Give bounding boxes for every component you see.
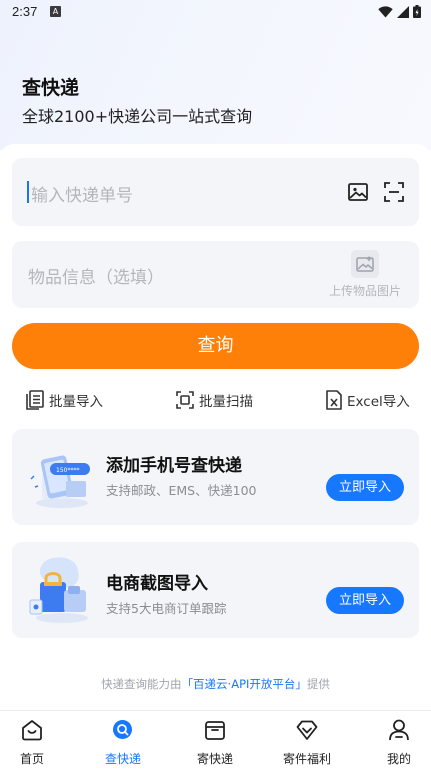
- import-actions: 批量导入 批量扫描 Excel导入: [0, 390, 431, 412]
- phone-number-import-card[interactable]: 150**** 添加手机号查快递 支持邮政、EMS、快递100 立即导入: [12, 429, 419, 525]
- batch-import-button[interactable]: 批量导入: [26, 390, 103, 410]
- battery-icon: [413, 5, 421, 18]
- card-description: 支持5大电商订单跟踪: [106, 601, 227, 616]
- status-time: 2:37: [12, 4, 38, 19]
- page-title: 查快递: [22, 77, 80, 99]
- api-platform-link[interactable]: 「百递云·API开放平台」: [182, 677, 307, 691]
- text-caret: [27, 181, 29, 203]
- image-icon[interactable]: [348, 182, 368, 202]
- scan-frame-icon: [176, 391, 194, 409]
- svg-text:150****: 150****: [56, 467, 79, 474]
- powered-by-suffix: 提供: [306, 677, 330, 691]
- phone-package-illustration: 150****: [30, 455, 90, 508]
- powered-by-note: 快递查询能力由「百递云·API开放平台」提供: [0, 676, 431, 692]
- user-icon: [389, 719, 409, 741]
- batch-import-label: 批量导入: [49, 394, 103, 410]
- tab-label: 查快递: [104, 752, 141, 766]
- system-icons: [378, 5, 421, 18]
- batch-scan-button[interactable]: 批量扫描: [176, 390, 253, 410]
- scan-icon[interactable]: [384, 182, 404, 202]
- import-now-button[interactable]: 立即导入: [326, 587, 404, 614]
- tab-label: 首页: [19, 752, 44, 766]
- tab-home[interactable]: 首页: [0, 719, 67, 767]
- excel-file-icon: [326, 390, 342, 410]
- bottom-tab-bar: 首页 查快递 寄快递 寄件福利 我的: [0, 710, 431, 770]
- tab-label: 我的: [386, 752, 411, 766]
- query-button[interactable]: 查询: [12, 323, 419, 369]
- notification-icon: A: [50, 6, 61, 17]
- card-title: 添加手机号查快递: [106, 456, 242, 476]
- tab-label: 寄件福利: [282, 752, 331, 766]
- status-bar: 2:37 A: [0, 0, 431, 24]
- upload-image-icon: [351, 250, 379, 278]
- tab-send-express[interactable]: 寄快递: [180, 719, 250, 767]
- page-subtitle: 全球2100+快递公司一站式查询: [22, 107, 253, 126]
- card-title: 电商截图导入: [106, 574, 208, 594]
- diamond-icon: [296, 720, 318, 740]
- shopping-bag-illustration: [29, 557, 88, 623]
- signal-icon: [397, 5, 409, 18]
- tab-mine[interactable]: 我的: [364, 719, 431, 767]
- ecommerce-screenshot-import-card[interactable]: 电商截图导入 支持5大电商订单跟踪 立即导入: [12, 542, 419, 638]
- box-icon: [205, 721, 225, 740]
- goods-info-placeholder: 物品信息（选填）: [28, 268, 164, 288]
- tab-track-express[interactable]: 查快递: [88, 719, 158, 767]
- goods-info-input[interactable]: 物品信息（选填） 上传物品图片: [12, 241, 419, 308]
- home-icon: [22, 720, 42, 741]
- batch-scan-label: 批量扫描: [199, 394, 253, 410]
- document-list-icon: [26, 390, 44, 410]
- tracking-number-placeholder: 输入快递单号: [31, 186, 133, 206]
- search-icon: [113, 720, 132, 739]
- excel-import-button[interactable]: Excel导入: [326, 390, 410, 410]
- upload-goods-image-label: 上传物品图片: [328, 284, 401, 298]
- tracking-number-input[interactable]: 输入快递单号: [12, 158, 419, 226]
- wifi-icon: [378, 5, 393, 17]
- powered-by-prefix: 快递查询能力由: [101, 677, 182, 691]
- tab-label: 寄快递: [196, 752, 233, 766]
- import-now-button[interactable]: 立即导入: [326, 474, 404, 501]
- tab-sending-benefits[interactable]: 寄件福利: [272, 719, 342, 767]
- excel-import-label: Excel导入: [347, 394, 410, 410]
- upload-goods-image-button[interactable]: 上传物品图片: [320, 250, 410, 299]
- card-description: 支持邮政、EMS、快递100: [106, 483, 257, 498]
